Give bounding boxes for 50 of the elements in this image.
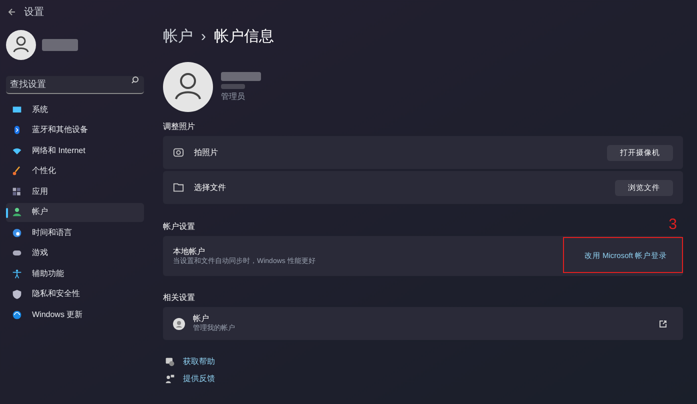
nav-item[interactable]: 辅助功能 xyxy=(6,264,144,284)
nav-item[interactable]: 时间和语言 xyxy=(6,223,144,242)
setting-label: 拍照片 xyxy=(194,146,218,158)
nav-item[interactable]: 帐户 xyxy=(6,202,144,222)
nav-item[interactable]: 个性化 xyxy=(6,162,144,181)
shield-icon xyxy=(12,289,22,300)
wifi-icon xyxy=(12,146,22,156)
search-icon[interactable] xyxy=(131,76,139,84)
setting-label: 选择文件 xyxy=(194,182,226,194)
section-title: 相关设置 xyxy=(163,292,196,304)
update-icon xyxy=(12,310,22,320)
nav-item[interactable]: 隐私和安全性 xyxy=(6,284,144,304)
person-icon xyxy=(173,318,185,330)
help-link[interactable]: 提供反馈 xyxy=(183,373,215,385)
gamepad-icon xyxy=(12,248,22,258)
brush-icon xyxy=(12,166,22,176)
breadcrumb-parent[interactable]: 帐户 xyxy=(163,26,193,48)
folder-icon xyxy=(173,182,184,193)
account-type: 管理员 xyxy=(221,92,246,102)
nav-item[interactable]: 游戏 xyxy=(6,244,144,263)
person-icon xyxy=(12,207,22,218)
avatar-icon xyxy=(163,62,213,112)
nav-item[interactable]: 网络和 Internet xyxy=(6,141,144,160)
monitor-icon xyxy=(12,104,22,115)
section-title: 调整照片 xyxy=(163,121,196,133)
annotation-number: 3 xyxy=(668,217,677,233)
redacted-text xyxy=(221,72,261,81)
camera-icon xyxy=(173,147,184,158)
help-link[interactable]: 获取帮助 xyxy=(183,356,215,368)
nav-item[interactable]: Windows 更新 xyxy=(6,305,144,324)
nav-item[interactable]: 应用 xyxy=(6,182,144,202)
feedback-icon xyxy=(165,374,175,384)
nav-item[interactable]: 系统 xyxy=(6,100,144,120)
nav-item[interactable]: 蓝牙和其他设备 xyxy=(6,120,144,140)
redacted-text xyxy=(221,84,245,89)
redacted-text xyxy=(42,39,78,51)
setting-label: 本地帐户 xyxy=(173,246,206,257)
page-title: 帐户信息 xyxy=(214,26,274,47)
search-field[interactable]: 查找设置 xyxy=(6,76,144,94)
help-icon xyxy=(165,357,175,367)
setting-label: 帐户 xyxy=(193,314,210,324)
back-icon[interactable] xyxy=(8,8,16,16)
accessibility-icon xyxy=(12,268,22,279)
external-link-icon[interactable] xyxy=(659,320,667,328)
window-title: 设置 xyxy=(24,6,44,20)
breadcrumb-separator: › xyxy=(201,26,206,47)
section-title: 帐户设置 xyxy=(163,221,195,233)
apps-icon xyxy=(12,186,22,197)
avatar-icon xyxy=(6,30,36,60)
bluetooth-icon xyxy=(12,125,22,136)
